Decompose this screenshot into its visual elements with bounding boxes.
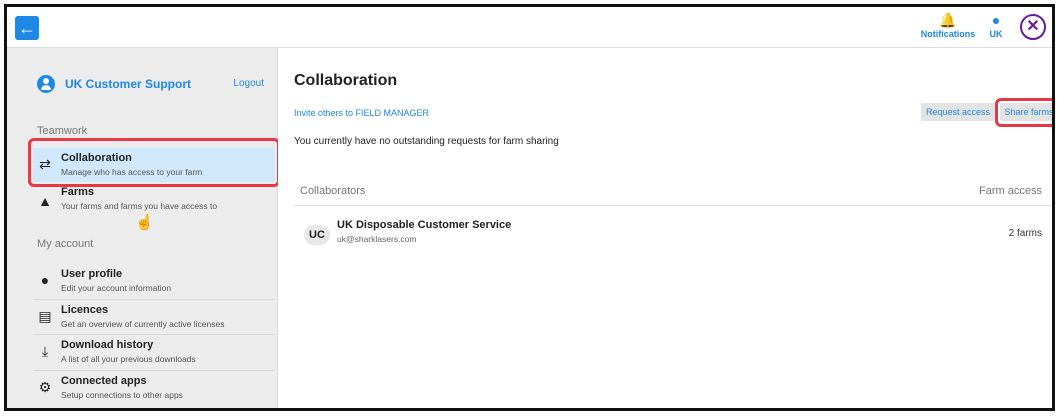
no-requests-message: You currently have no outstanding reques…: [294, 136, 559, 147]
page-title: Collaboration: [294, 72, 398, 89]
my-account-heading: My account: [37, 238, 94, 250]
sidebar: UK Customer Support Logout Teamwork ⇄ Co…: [7, 48, 280, 408]
sidebar-item-download-history[interactable]: ⤓ Download history A list of all your pr…: [33, 335, 275, 369]
logout-link[interactable]: Logout: [233, 78, 264, 89]
person-icon: ●: [40, 272, 50, 288]
back-button[interactable]: ←: [15, 16, 39, 40]
sidebar-item-subtitle: Edit your account information: [61, 283, 172, 293]
sidebar-item-title: Licences: [61, 304, 109, 316]
gear-icon: ⚙: [38, 379, 52, 395]
top-bar: ← 🔔 Notifications ● UK ✕: [7, 7, 1052, 48]
sidebar-item-connected-apps[interactable]: ⚙ Connected apps Setup connections to ot…: [33, 371, 275, 405]
sidebar-item-user-profile[interactable]: ● User profile Edit your account informa…: [33, 264, 275, 298]
notifications-button[interactable]: 🔔 Notifications: [920, 12, 976, 39]
sidebar-item-subtitle: A list of all your previous downloads: [61, 354, 196, 364]
collaborator-farm-access: 2 farms: [1008, 228, 1042, 239]
sidebar-item-subtitle: Get an overview of currently active lice…: [61, 319, 225, 329]
user-menu-button[interactable]: ● UK: [984, 12, 1008, 39]
collaborator-name: UK Disposable Customer Service: [337, 219, 512, 231]
close-circle-icon: ✕: [1026, 18, 1040, 35]
user-menu-label: UK: [989, 29, 1003, 39]
collaborators-header: Collaborators: [300, 185, 366, 197]
avatar: [37, 75, 55, 93]
sidebar-item-licences[interactable]: ▤ Licences Get an overview of currently …: [33, 300, 275, 334]
share-farms-highlight: [995, 98, 1052, 127]
pointer-cursor-icon: ☝: [135, 214, 154, 231]
header-divider: [294, 205, 1052, 206]
bell-icon: 🔔: [939, 12, 957, 28]
main-content: Collaboration Invite others to FIELD MAN…: [278, 48, 1052, 408]
arrow-left-icon: ←: [18, 18, 36, 38]
user-name[interactable]: UK Customer Support: [65, 77, 191, 91]
sidebar-item-subtitle: Your farms and farms you have access to: [61, 201, 218, 211]
sidebar-item-farms[interactable]: ▲ Farms Your farms and farms you have ac…: [33, 185, 275, 219]
sidebar-item-title: Connected apps: [61, 375, 147, 387]
notifications-label: Notifications: [920, 29, 976, 39]
farm-icon: ▲: [38, 193, 52, 209]
collaborator-email: uk@sharklasers.com: [337, 234, 417, 244]
collaboration-highlight: [28, 138, 280, 187]
person-icon: ●: [991, 12, 1001, 28]
farm-access-header: Farm access: [979, 185, 1042, 197]
request-access-button[interactable]: Request access: [921, 103, 995, 121]
license-icon: ▤: [38, 308, 52, 324]
sidebar-item-title: Download history: [61, 339, 154, 351]
download-icon: ⤓: [41, 343, 49, 359]
avatar: UC: [304, 225, 330, 245]
close-button[interactable]: ✕: [1020, 14, 1046, 40]
sidebar-item-title: Farms: [61, 186, 95, 198]
sidebar-user: UK Customer Support Logout: [37, 75, 267, 95]
app-window: ← 🔔 Notifications ● UK ✕ UK Customer Sup…: [4, 4, 1055, 411]
teamwork-heading: Teamwork: [37, 125, 88, 137]
invite-link[interactable]: Invite others to FIELD MANAGER: [294, 108, 429, 118]
sidebar-item-title: User profile: [61, 268, 123, 280]
sidebar-item-subtitle: Setup connections to other apps: [61, 390, 183, 400]
